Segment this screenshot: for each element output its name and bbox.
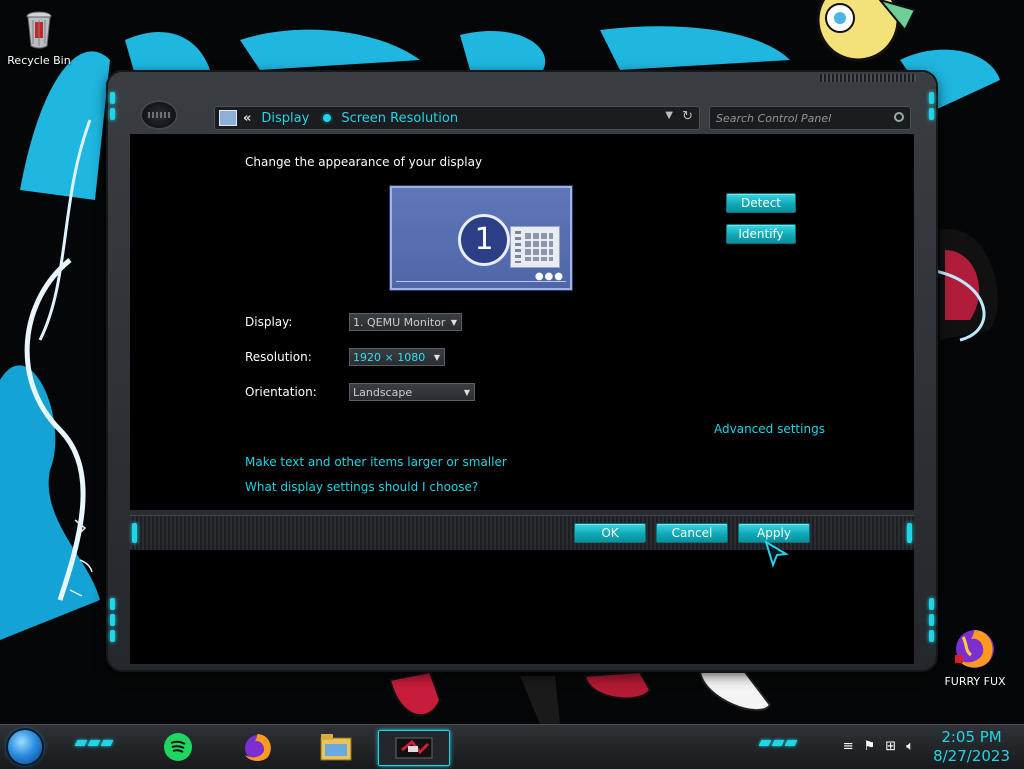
clock-date: 8/27/2023 bbox=[933, 747, 1010, 765]
back-forward-button[interactable] bbox=[140, 100, 178, 130]
system-clock[interactable]: 2:05 PM 8/27/2023 bbox=[933, 728, 1010, 766]
taskbar: ≡ ⚑ ⊞ 🔈︎ 2:05 PM 8/27/2023 bbox=[0, 724, 1024, 769]
breadcrumb-separator-icon[interactable] bbox=[323, 114, 332, 122]
display-label: Display: bbox=[245, 315, 293, 329]
firefox-icon bbox=[955, 630, 994, 668]
clock-time: 2:05 PM bbox=[941, 728, 1002, 746]
taskbar-app-control-panel[interactable] bbox=[378, 730, 450, 766]
desktop-icon-furry-fux[interactable]: FURRY FUX bbox=[939, 625, 1011, 688]
breadcrumb-screen-resolution[interactable]: Screen Resolution bbox=[341, 111, 458, 126]
orientation-label: Orientation: bbox=[245, 385, 317, 399]
command-bar-led-right bbox=[907, 523, 912, 543]
screen-resolution-window: « Display Screen Resolution ▼ ↻ Change t… bbox=[108, 72, 936, 670]
search-input[interactable] bbox=[710, 107, 888, 129]
content-pane: Change the appearance of your display 1 … bbox=[130, 134, 914, 510]
mouse-cursor-icon bbox=[764, 540, 790, 568]
window-resize-grip[interactable] bbox=[820, 74, 916, 82]
taskbar-app-firefox[interactable] bbox=[238, 730, 278, 764]
desktop-icon-recycle-bin[interactable]: Recycle Bin bbox=[3, 10, 75, 67]
show-desktop-grip-icon[interactable]: ≡ bbox=[843, 739, 854, 754]
taskbar-led-left bbox=[74, 740, 114, 746]
breadcrumb-overflow-chevron[interactable]: « bbox=[243, 111, 251, 126]
resolution-select[interactable]: 1920 × 1080 ▼ bbox=[349, 348, 445, 366]
resolution-select-value: 1920 × 1080 bbox=[353, 351, 426, 364]
file-explorer-icon bbox=[320, 734, 352, 761]
refresh-icon[interactable]: ↻ bbox=[682, 109, 693, 124]
network-icon[interactable]: ⊞ bbox=[885, 739, 896, 754]
control-panel-icon bbox=[395, 737, 433, 759]
monitor-calculator-icon bbox=[510, 226, 560, 268]
advanced-settings-link[interactable]: Advanced settings bbox=[714, 422, 825, 436]
taskbar-led-right bbox=[758, 740, 798, 746]
window-led-strip-right bbox=[929, 92, 934, 124]
window-led-strip-left-bottom bbox=[110, 598, 115, 646]
display-settings-help-link[interactable]: What display settings should I choose? bbox=[245, 480, 478, 494]
page-heading: Change the appearance of your display bbox=[245, 155, 483, 169]
resolution-label: Resolution: bbox=[245, 350, 312, 364]
taskbar-app-file-explorer[interactable] bbox=[316, 730, 356, 764]
control-panel-icon bbox=[219, 110, 237, 126]
orientation-select[interactable]: Landscape ▼ bbox=[349, 383, 475, 401]
desktop-icon-label: Recycle Bin bbox=[7, 54, 71, 67]
ok-button[interactable]: OK bbox=[574, 523, 646, 543]
desktop-icon-label: FURRY FUX bbox=[944, 675, 1006, 688]
text-size-link[interactable]: Make text and other items larger or smal… bbox=[245, 455, 507, 469]
detect-button[interactable]: Detect bbox=[726, 193, 796, 213]
taskbar-app-spotify[interactable] bbox=[158, 730, 198, 764]
address-bar[interactable]: « Display Screen Resolution ▼ ↻ bbox=[214, 106, 700, 130]
volume-icon[interactable]: 🔈︎ bbox=[906, 739, 914, 754]
window-led-strip-right-bottom bbox=[929, 598, 934, 646]
identify-button[interactable]: Identify bbox=[726, 224, 796, 244]
chevron-down-icon: ▼ bbox=[463, 388, 470, 397]
monitor-dots-icon: ●●● bbox=[534, 271, 564, 282]
monitor-number-badge: 1 bbox=[458, 214, 510, 266]
spotify-icon bbox=[164, 733, 192, 761]
search-box[interactable] bbox=[709, 106, 911, 130]
address-dropdown-icon[interactable]: ▼ bbox=[665, 110, 673, 121]
chevron-down-icon: ▼ bbox=[450, 318, 457, 327]
firefox-icon bbox=[245, 734, 271, 761]
monitor-preview[interactable]: 1 ●●● bbox=[390, 186, 572, 290]
window-led-strip-left bbox=[110, 92, 115, 124]
flag-icon[interactable]: ⚑ bbox=[864, 739, 876, 754]
search-icon[interactable] bbox=[894, 112, 904, 122]
chevron-down-icon: ▼ bbox=[433, 353, 440, 362]
orientation-select-value: Landscape bbox=[353, 386, 413, 399]
display-select[interactable]: 1. QEMU Monitor ▼ bbox=[349, 313, 462, 331]
breadcrumb-display[interactable]: Display bbox=[261, 111, 309, 126]
display-select-value: 1. QEMU Monitor bbox=[353, 316, 446, 329]
start-button[interactable] bbox=[8, 730, 42, 764]
command-bar-led-left bbox=[132, 523, 137, 543]
system-tray: ≡ ⚑ ⊞ 🔈︎ bbox=[843, 739, 914, 754]
recycle-bin-icon bbox=[26, 11, 52, 49]
window-bottom-area bbox=[130, 550, 914, 664]
command-bar: OK Cancel Apply bbox=[130, 515, 914, 551]
cancel-button[interactable]: Cancel bbox=[656, 523, 728, 543]
